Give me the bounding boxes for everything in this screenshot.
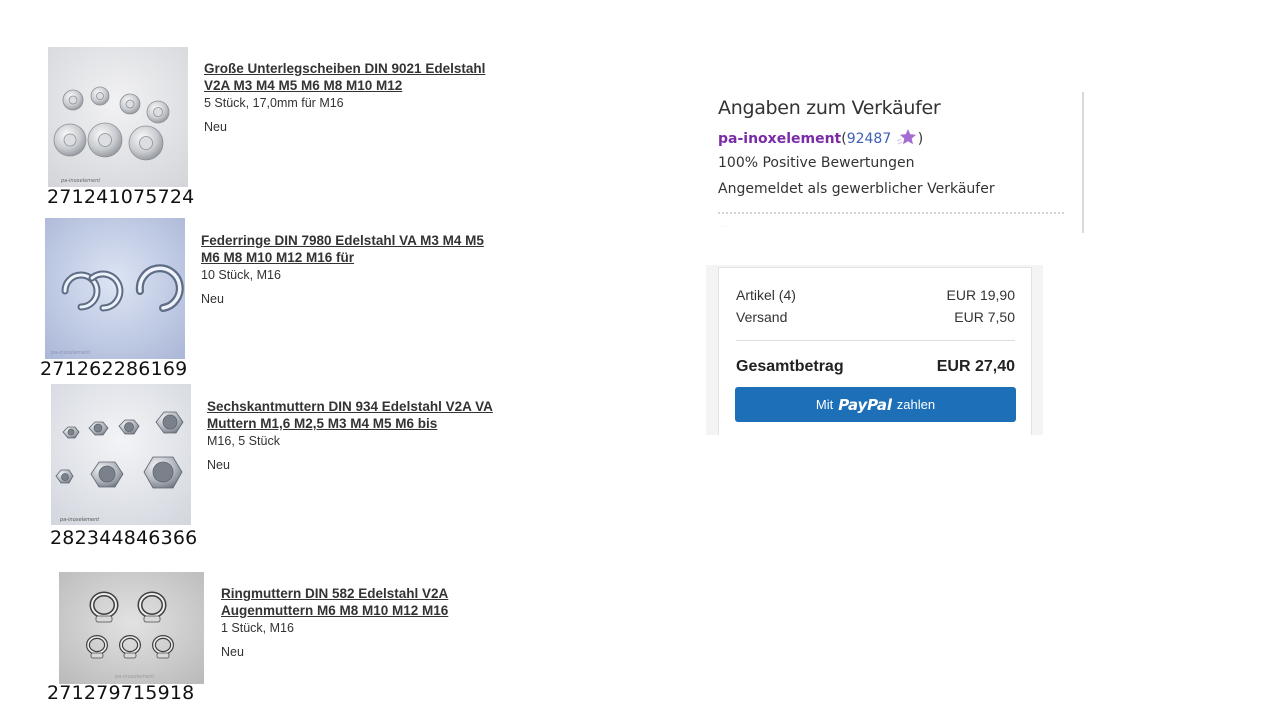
svg-text:pa-inoxelement: pa-inoxelement [59, 517, 100, 523]
item-condition: Neu [207, 458, 230, 472]
purple-star-icon [896, 128, 918, 146]
truncated-content: · · [720, 224, 726, 230]
item-variant: 1 Stück, M16 [221, 621, 294, 635]
item-variant: 10 Stück, M16 [201, 268, 281, 282]
seller-name-link[interactable]: pa-inoxelement [718, 131, 841, 147]
total-value: EUR 27,40 [936, 358, 1015, 375]
total-row: Gesamtbetrag EUR 27,40 [736, 358, 1015, 376]
item-condition: Neu [204, 120, 227, 134]
item-title-link[interactable]: Ringmuttern DIN 582 Edelstahl V2A Augenm… [221, 585, 521, 619]
seller-info-panel: Angaben zum Verkäufer pa-inoxelement(924… [708, 92, 1084, 233]
positive-feedback: 100% Positive Bewertungen [718, 155, 915, 171]
total-label: Gesamtbetrag [736, 358, 844, 375]
svg-text:pa-inoxelement: pa-inoxelement [60, 178, 101, 184]
paypal-logo: PayPal [838, 395, 892, 414]
items-subtotal-row: Artikel (4) EUR 19,90 [736, 287, 1015, 303]
pay-with-paypal-button[interactable]: Mit PayPal zahlen [735, 387, 1016, 422]
washers-photo: pa-inoxelement [48, 47, 188, 187]
item-title-link[interactable]: Sechskantmuttern DIN 934 Edelstahl V2A V… [207, 398, 507, 432]
item-details: Ringmuttern DIN 582 Edelstahl V2A Augenm… [221, 585, 521, 660]
item-details: Große Unterlegscheiben DIN 9021 Edelstah… [204, 60, 504, 135]
paren-close: ) [917, 131, 924, 147]
shipping-value: EUR 7,50 [954, 309, 1015, 325]
item-details: Sechskantmuttern DIN 934 Edelstahl V2A V… [207, 398, 507, 473]
shipping-row: Versand EUR 7,50 [736, 309, 1015, 325]
item-number: 271279715918 [47, 682, 195, 704]
item-title-link[interactable]: Große Unterlegscheiben DIN 9021 Edelstah… [204, 60, 504, 94]
eye-nuts-photo: pa-inoxelement [59, 572, 204, 684]
spring-washers-photo: pa-inoxelement [45, 218, 185, 359]
item-condition: Neu [201, 292, 224, 306]
item-condition: Neu [221, 645, 244, 659]
item-title-link[interactable]: Federringe DIN 7980 Edelstahl VA M3 M4 M… [201, 232, 501, 266]
item-number: 271262286169 [40, 358, 188, 380]
feedback-score-link[interactable]: 92487 [847, 131, 892, 147]
divider [736, 340, 1015, 341]
paypal-prefix: Mit [815, 397, 834, 412]
items-label: Artikel (4) [736, 287, 796, 303]
order-summary: Artikel (4) EUR 19,90 Versand EUR 7,50 G… [718, 267, 1032, 435]
items-value: EUR 19,90 [946, 287, 1015, 303]
hex-nuts-photo: pa-inoxelement [51, 384, 191, 525]
item-variant: M16, 5 Stück [207, 434, 280, 448]
seller-heading: Angaben zum Verkäufer [718, 97, 941, 119]
item-variant: 5 Stück, 17,0mm für M16 [204, 96, 344, 110]
item-details: Federringe DIN 7980 Edelstahl VA M3 M4 M… [201, 232, 501, 307]
svg-text:pa-inoxelement: pa-inoxelement [114, 674, 155, 680]
item-image-spring-washers[interactable]: pa-inoxelement [45, 218, 185, 359]
seller-identity: pa-inoxelement(92487 ) [718, 128, 923, 147]
divider [718, 212, 1064, 214]
paypal-suffix: zahlen [896, 397, 936, 412]
business-seller-note: Angemeldet als gewerblicher Verkäufer [718, 181, 995, 197]
svg-text:pa-inoxelement: pa-inoxelement [50, 350, 91, 356]
item-number: 282344846366 [50, 527, 198, 549]
shipping-label: Versand [736, 309, 788, 325]
item-image-washers[interactable]: pa-inoxelement [48, 47, 188, 187]
item-image-eye-nuts[interactable]: pa-inoxelement [59, 572, 204, 684]
item-image-hex-nuts[interactable]: pa-inoxelement [51, 384, 191, 525]
item-number: 271241075724 [47, 186, 195, 208]
